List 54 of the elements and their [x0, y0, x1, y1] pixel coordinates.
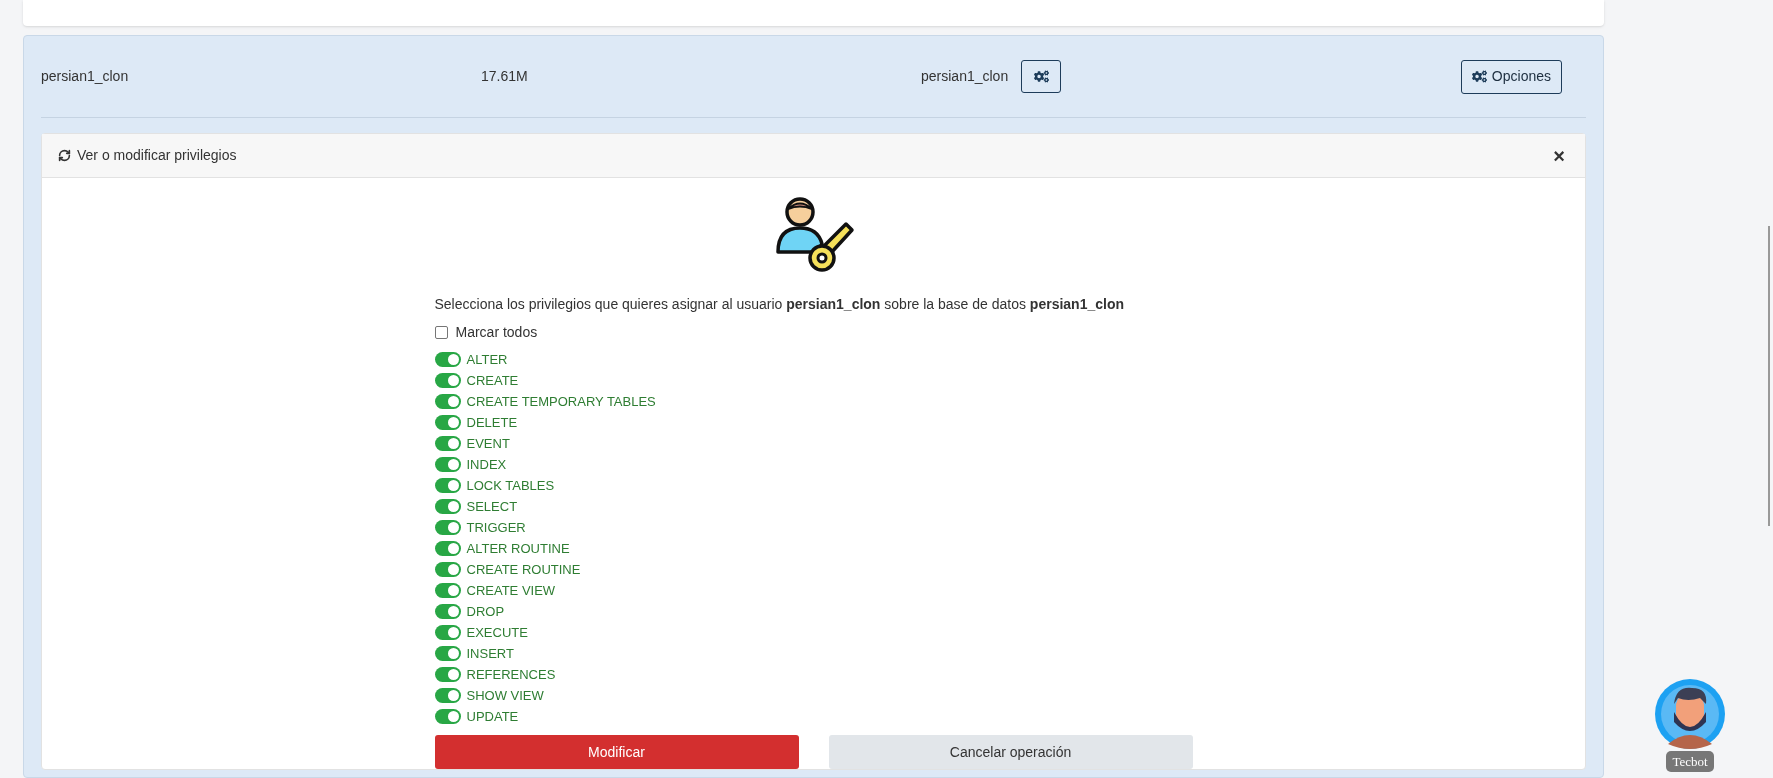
chatbot-label: Tecbot	[1666, 750, 1714, 772]
toggle-switch[interactable]	[434, 583, 461, 598]
gears-icon	[1033, 69, 1049, 84]
toggle-switch[interactable]	[434, 415, 461, 430]
panel-title: Ver o modificar privilegios	[77, 146, 237, 165]
instructions-text: Selecciona los privilegios que quieres asignar al usuario persian1_clon sobre la base de datos persian1_clon	[434, 295, 1125, 314]
toggle-switch[interactable]	[434, 709, 461, 724]
privilege-label: UPDATE	[466, 707, 519, 726]
close-button[interactable]: ×	[1549, 145, 1569, 166]
toggle-switch[interactable]	[434, 394, 461, 409]
scrollbar[interactable]	[1768, 226, 1770, 526]
privilege-label: DELETE	[466, 413, 518, 432]
privilege-label: INSERT	[466, 644, 514, 663]
privilege-label: REFERENCES	[466, 665, 556, 684]
toggle-switch[interactable]	[434, 541, 461, 556]
privilege-label: INDEX	[466, 455, 507, 474]
cancel-button[interactable]: Cancelar operación	[828, 735, 1193, 769]
privilege-label: CREATE VIEW	[466, 581, 556, 600]
privilege-label: ALTER ROUTINE	[466, 539, 570, 558]
privilege-label: TRIGGER	[466, 518, 526, 537]
privilege-label: EXECUTE	[466, 623, 528, 642]
privilege-label: CREATE TEMPORARY TABLES	[466, 392, 656, 411]
privilege-label: SHOW VIEW	[466, 686, 544, 705]
select-all-checkbox[interactable]	[434, 326, 448, 339]
toggle-switch[interactable]	[434, 499, 461, 514]
toggle-switch[interactable]	[434, 688, 461, 703]
toggle-switch[interactable]	[434, 478, 461, 493]
database-user: persian1_clon	[921, 67, 1009, 86]
toggle-switch[interactable]	[434, 646, 461, 661]
toggle-switch[interactable]	[434, 436, 461, 451]
options-button[interactable]: Opciones	[1460, 59, 1562, 94]
refresh-icon	[58, 149, 71, 162]
privilege-label: LOCK TABLES	[466, 476, 555, 495]
privilege-label: SELECT	[466, 497, 518, 516]
toggle-switch[interactable]	[434, 604, 461, 619]
gears-icon	[1471, 69, 1487, 84]
database-name: persian1_clon	[41, 67, 130, 86]
chatbot-avatar[interactable]	[1654, 677, 1726, 750]
privilege-label: EVENT	[466, 434, 510, 453]
toggle-switch[interactable]	[434, 352, 461, 367]
toggle-switch[interactable]	[434, 373, 461, 388]
privilege-label: DROP	[466, 602, 505, 621]
toggle-switch[interactable]	[434, 520, 461, 535]
privilege-label: ALTER	[466, 350, 508, 369]
toggle-switch[interactable]	[434, 457, 461, 472]
modify-button[interactable]: Modificar	[434, 735, 799, 769]
privilege-label: CREATE	[466, 371, 519, 390]
toggle-switch[interactable]	[434, 625, 461, 640]
select-all-label: Marcar todos	[455, 323, 538, 342]
toggle-switch[interactable]	[434, 667, 461, 682]
database-size: 17.61M	[481, 67, 529, 86]
privilege-label: CREATE ROUTINE	[466, 560, 581, 579]
toggle-switch[interactable]	[434, 562, 461, 577]
settings-button[interactable]	[1021, 60, 1062, 93]
